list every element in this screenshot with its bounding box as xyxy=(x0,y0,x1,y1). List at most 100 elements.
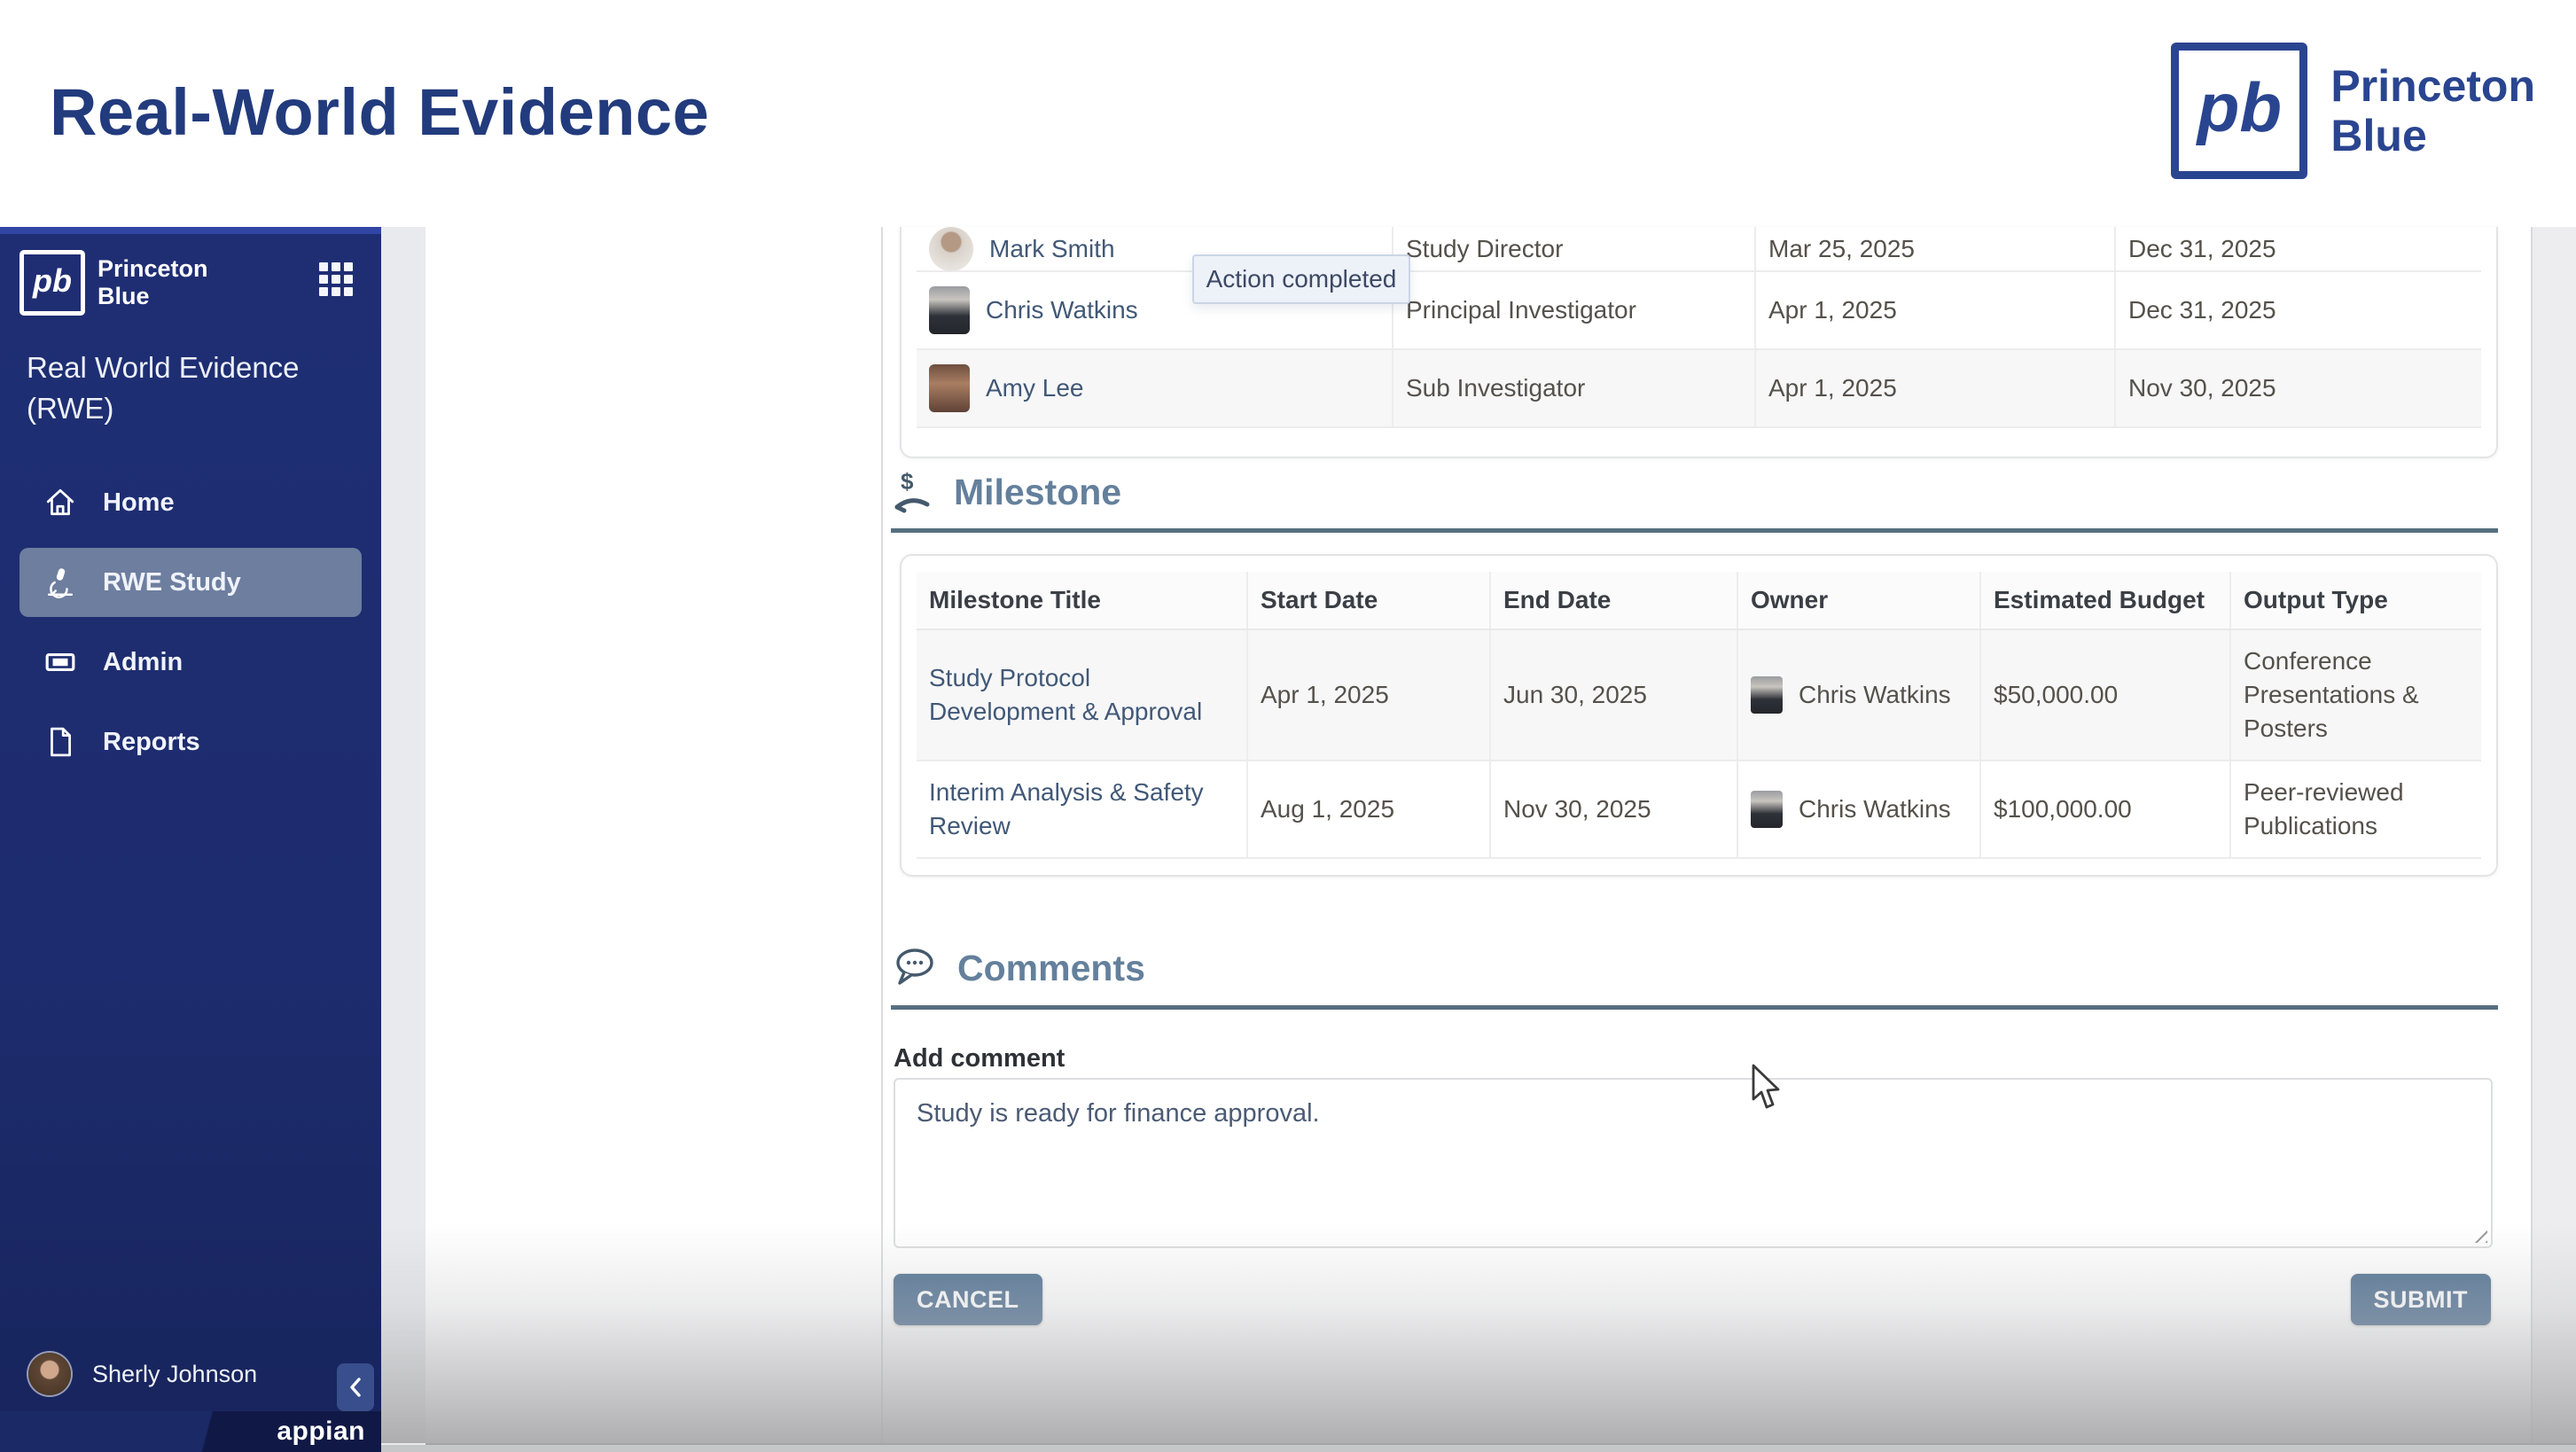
form-left-border xyxy=(881,227,883,1443)
appian-logo: appian xyxy=(277,1417,365,1446)
milestone-output-type: Peer-reviewed Publications xyxy=(2244,778,2404,839)
sidebar-item-rwe-study[interactable]: RWE Study xyxy=(20,548,362,617)
user-avatar xyxy=(28,1353,71,1395)
hand-dollar-icon: $ xyxy=(894,470,930,513)
sidebar-item-label: Home xyxy=(103,488,175,517)
person-start-date: Apr 1, 2025 xyxy=(1768,374,1897,402)
avatar xyxy=(929,227,973,271)
milestone-output-type: Conference Presentations & Posters xyxy=(2244,647,2419,742)
sidebar-brand-line1: Princeton xyxy=(98,255,208,282)
column-header: Milestone Title xyxy=(917,572,1248,628)
sidebar: pb Princeton Blue Real World Evidence (R… xyxy=(0,227,381,1452)
sidebar-item-reports[interactable]: Reports xyxy=(0,702,381,782)
add-comment-label: Add comment xyxy=(894,1044,1066,1073)
person-end-date: Dec 31, 2025 xyxy=(2128,296,2276,324)
milestone-budget: $50,000.00 xyxy=(1994,681,2119,708)
sidebar-item-label: RWE Study xyxy=(103,567,241,597)
milestone-title-link[interactable]: Study Protocol Development & Approval xyxy=(929,661,1246,729)
grid-icon[interactable] xyxy=(319,262,353,296)
milestone-start-date: Apr 1, 2025 xyxy=(1261,681,1389,708)
person-end-date: Dec 31, 2025 xyxy=(2128,235,2276,262)
milestone-start-date: Aug 1, 2025 xyxy=(1261,795,1395,823)
person-start-date: Mar 25, 2025 xyxy=(1768,235,1915,262)
sidebar-brand-words: Princeton Blue xyxy=(98,255,208,310)
study-team-card: Mark Smith Study Director Mar 25, 2025 D… xyxy=(900,227,2498,458)
sidebar-item-label: Reports xyxy=(103,727,200,756)
person-name-link[interactable]: Amy Lee xyxy=(986,374,1084,402)
brand-line1: Princeton xyxy=(2330,61,2535,111)
person-role: Sub Investigator xyxy=(1406,374,1586,402)
person-role: Principal Investigator xyxy=(1406,296,1636,324)
right-margin-strip xyxy=(2531,227,2576,1452)
milestone-section-title: Milestone xyxy=(954,471,1122,512)
avatar xyxy=(929,364,970,412)
app-title-line1: Real World Evidence xyxy=(27,351,300,384)
pb-monogram-small: pb xyxy=(33,262,72,299)
milestone-divider xyxy=(891,528,2498,533)
table-row[interactable]: Chris Watkins Principal Investigator Apr… xyxy=(917,272,2481,350)
comments-section-header: Comments xyxy=(894,947,1145,989)
milestone-end-date: Nov 30, 2025 xyxy=(1503,795,1651,823)
person-start-date: Apr 1, 2025 xyxy=(1768,296,1897,324)
document-icon xyxy=(51,727,71,757)
column-header: Output Type xyxy=(2244,586,2388,613)
milestone-owner: Chris Watkins xyxy=(1799,681,1951,708)
person-name-link[interactable]: Mark Smith xyxy=(989,235,1115,263)
appian-footer: appian xyxy=(0,1411,381,1452)
person-name-link[interactable]: Chris Watkins xyxy=(986,296,1138,324)
page-title: Real-World Evidence xyxy=(50,75,710,149)
avatar xyxy=(1751,791,1783,828)
comments-divider xyxy=(891,1005,2498,1010)
column-header: Owner xyxy=(1738,572,1981,628)
milestone-owner: Chris Watkins xyxy=(1799,795,1951,823)
sidebar-user: Sherly Johnson xyxy=(0,1337,381,1411)
tooltip-text: Action completed xyxy=(1206,265,1397,293)
milestone-section-header: $ Milestone xyxy=(894,470,1121,514)
table-row[interactable]: Interim Analysis & Safety Review Aug 1, … xyxy=(917,761,2481,859)
submit-button[interactable]: SUBMIT xyxy=(2350,1274,2491,1325)
milestone-title-link[interactable]: Interim Analysis & Safety Review xyxy=(929,776,1246,843)
bottom-strip xyxy=(381,1445,2576,1452)
left-gutter xyxy=(381,227,425,1452)
person-role: Study Director xyxy=(1406,235,1564,262)
comments-section-title: Comments xyxy=(957,947,1145,988)
table-row[interactable]: Amy Lee Sub Investigator Apr 1, 2025 Nov… xyxy=(917,350,2481,428)
sidebar-app-title: Real World Evidence (RWE) xyxy=(27,347,300,429)
avatar xyxy=(929,286,970,334)
avatar xyxy=(1751,676,1783,714)
sidebar-item-admin[interactable]: Admin xyxy=(0,622,381,702)
person-end-date: Nov 30, 2025 xyxy=(2128,374,2276,402)
table-row[interactable]: Study Protocol Development & Approval Ap… xyxy=(917,630,2481,761)
sidebar-item-home[interactable]: Home xyxy=(0,463,381,543)
milestone-table-header: Milestone Title Start Date End Date Owne… xyxy=(917,572,2481,630)
sidebar-brand-line2: Blue xyxy=(98,283,150,309)
sidebar-nav: Home RWE Study Admin Reports xyxy=(0,463,381,782)
brand-words: Princeton Blue xyxy=(2330,61,2535,160)
cancel-button[interactable]: CANCEL xyxy=(894,1274,1042,1325)
table-row[interactable]: Mark Smith Study Director Mar 25, 2025 D… xyxy=(917,227,2481,272)
sidebar-brand: pb Princeton Blue xyxy=(20,250,208,316)
card-icon xyxy=(45,652,75,672)
column-header: End Date xyxy=(1491,572,1738,628)
milestone-card: Milestone Title Start Date End Date Owne… xyxy=(900,554,2498,877)
comment-input[interactable]: Study is ready for finance approval. xyxy=(894,1078,2493,1248)
milestone-budget: $100,000.00 xyxy=(1994,795,2132,823)
sidebar-item-label: Admin xyxy=(103,647,183,676)
app-title-line2: (RWE) xyxy=(27,392,114,425)
sidebar-collapse-button[interactable] xyxy=(337,1363,374,1411)
brand-line2: Blue xyxy=(2330,111,2427,160)
column-header: Estimated Budget xyxy=(1981,572,2231,628)
microscope-icon xyxy=(48,568,73,598)
milestone-end-date: Jun 30, 2025 xyxy=(1503,681,1647,708)
action-completed-tooltip: Action completed xyxy=(1192,254,1410,304)
pb-logo-icon: pb xyxy=(2171,43,2308,179)
home-icon xyxy=(46,488,74,516)
top-header: Real-World Evidence pb Princeton Blue xyxy=(0,0,2576,227)
pb-monogram: pb xyxy=(2197,67,2283,146)
chevron-left-icon xyxy=(350,1378,361,1397)
column-header: Start Date xyxy=(1248,572,1491,628)
brand-logo: pb Princeton Blue xyxy=(2171,43,2535,179)
pb-logo-icon-small: pb xyxy=(20,250,85,316)
user-name: Sherly Johnson xyxy=(92,1360,258,1387)
mouse-cursor xyxy=(1752,1064,1780,1109)
